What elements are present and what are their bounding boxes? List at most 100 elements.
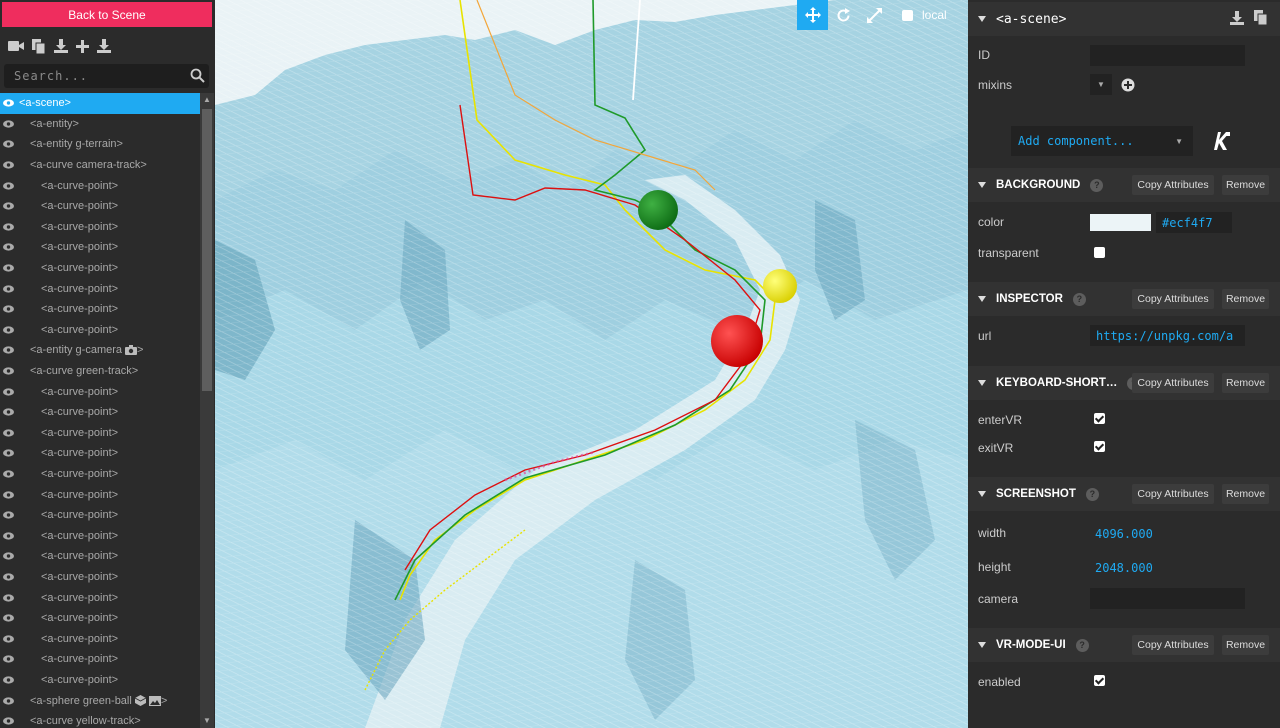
copy-attributes-button[interactable]: Copy Attributes <box>1132 289 1214 309</box>
copy-attributes-button[interactable]: Copy Attributes <box>1132 635 1214 655</box>
tree-row[interactable]: <a-curve-point> <box>0 381 200 402</box>
eye-icon[interactable] <box>3 140 15 149</box>
tree-row[interactable]: <a-curve yellow-track> <box>0 711 200 728</box>
mixins-select[interactable]: ▼ <box>1090 74 1112 95</box>
tree-row[interactable]: <a-curve-point> <box>0 320 200 341</box>
eye-icon[interactable] <box>3 552 15 560</box>
eye-icon[interactable] <box>3 429 15 437</box>
tree-row[interactable]: <a-curve green-track> <box>0 361 200 382</box>
red-ball[interactable] <box>711 315 763 367</box>
tree-row[interactable]: <a-sphere green-ball > <box>0 690 200 711</box>
id-field[interactable] <box>1090 45 1245 66</box>
eye-icon[interactable] <box>3 449 15 457</box>
tree-row[interactable]: <a-curve-point> <box>0 505 200 526</box>
entervr-checkbox[interactable] <box>1094 413 1105 424</box>
tree-row[interactable]: <a-curve-point> <box>0 587 200 608</box>
tree-row[interactable]: <a-curve-point> <box>0 649 200 670</box>
url-input[interactable]: https://unpkg.com/a <box>1090 325 1245 346</box>
enabled-checkbox[interactable] <box>1094 675 1105 686</box>
eye-icon[interactable] <box>3 511 15 519</box>
tree-row[interactable]: <a-curve-point> <box>0 299 200 320</box>
help-icon[interactable]: ? <box>1085 487 1099 501</box>
background-section-header[interactable]: BACKGROUND ? Copy Attributes Remove <box>968 168 1280 202</box>
camera-icon[interactable] <box>8 40 24 52</box>
add-mixin-icon[interactable] <box>1121 78 1135 95</box>
tree-row[interactable]: <a-curve-point> <box>0 567 200 588</box>
eye-icon[interactable] <box>3 243 15 252</box>
tree-row[interactable]: <a-curve-point> <box>0 525 200 546</box>
screenshot-section-header[interactable]: SCREENSHOT ? Copy Attributes Remove <box>968 477 1280 511</box>
camera-field[interactable] <box>1090 588 1245 609</box>
transparent-checkbox[interactable] <box>1094 247 1105 258</box>
eye-icon[interactable] <box>3 223 15 231</box>
color-swatch[interactable] <box>1090 214 1151 231</box>
inspector-section-header[interactable]: INSPECTOR ? Copy Attributes Remove <box>968 282 1280 316</box>
width-value[interactable]: 4096.000 <box>1095 527 1153 541</box>
color-hex-input[interactable]: #ecf4f7 <box>1156 212 1232 233</box>
tree-row[interactable]: <a-entity> <box>0 114 200 135</box>
eye-icon[interactable] <box>3 470 15 478</box>
tree-scrollbar[interactable]: ▲ ▼ <box>200 93 214 728</box>
tree-row[interactable]: <a-curve-point> <box>0 484 200 505</box>
eye-icon[interactable] <box>3 326 15 334</box>
help-icon[interactable]: ? <box>1075 638 1089 652</box>
clone-icon[interactable] <box>32 38 46 54</box>
add-entity-icon[interactable] <box>76 39 89 53</box>
scene-viewport[interactable]: local <box>215 0 968 728</box>
eye-icon[interactable] <box>3 676 15 684</box>
scroll-up-icon[interactable]: ▲ <box>202 95 212 105</box>
eye-icon[interactable] <box>3 696 15 705</box>
eye-icon[interactable] <box>3 202 15 210</box>
tree-row[interactable]: <a-curve-point> <box>0 175 200 196</box>
eye-icon[interactable] <box>3 593 15 602</box>
tree-row[interactable]: <a-entity g-camera > <box>0 340 200 361</box>
search-input[interactable] <box>4 64 184 88</box>
tree-row[interactable]: <a-curve-point> <box>0 196 200 217</box>
tree-row[interactable]: <a-curve-point> <box>0 628 200 649</box>
rotate-button[interactable] <box>828 0 859 30</box>
clone-entity-icon[interactable] <box>1254 10 1268 28</box>
local-toggle[interactable]: local <box>902 8 947 22</box>
export-entity-icon[interactable] <box>1230 11 1244 28</box>
tree-row[interactable]: <a-curve-point> <box>0 258 200 279</box>
eye-icon[interactable] <box>3 635 15 643</box>
translate-button[interactable] <box>797 0 828 30</box>
scale-button[interactable] <box>859 0 890 30</box>
copy-attributes-button[interactable]: Copy Attributes <box>1132 484 1214 504</box>
add-component-select[interactable]: Add component... ▼ <box>1011 126 1193 156</box>
tree-row[interactable]: <a-curve camera-track> <box>0 155 200 176</box>
eye-icon[interactable] <box>3 573 15 581</box>
tree-row[interactable]: <a-curve-point> <box>0 608 200 629</box>
eye-icon[interactable] <box>3 408 15 416</box>
remove-button[interactable]: Remove <box>1222 175 1269 195</box>
eye-icon[interactable] <box>3 532 15 540</box>
help-icon[interactable]: ? <box>1090 178 1104 192</box>
tree-row[interactable]: <a-curve-point> <box>0 443 200 464</box>
eye-icon[interactable] <box>3 490 15 499</box>
collapse-caret-icon[interactable] <box>978 16 986 22</box>
back-to-scene-button[interactable]: Back to Scene <box>2 2 212 27</box>
eye-icon[interactable] <box>3 120 15 128</box>
eye-icon[interactable] <box>3 264 15 272</box>
remove-button[interactable]: Remove <box>1222 635 1269 655</box>
export-icon[interactable] <box>97 39 111 53</box>
tree-row[interactable]: <a-curve-point> <box>0 464 200 485</box>
tree-row[interactable]: <a-curve-point> <box>0 546 200 567</box>
height-value[interactable]: 2048.000 <box>1095 561 1153 575</box>
tree-row[interactable]: <a-scene> <box>0 93 200 114</box>
help-icon[interactable]: ? <box>1072 292 1086 306</box>
copy-attributes-button[interactable]: Copy Attributes <box>1132 175 1214 195</box>
eye-icon[interactable] <box>3 655 15 663</box>
copy-attributes-button[interactable]: Copy Attributes <box>1132 373 1214 393</box>
eye-icon[interactable] <box>3 161 15 169</box>
tree-row[interactable]: <a-curve-point> <box>0 670 200 691</box>
eye-icon[interactable] <box>3 614 15 622</box>
tree-row[interactable]: <a-entity g-terrain> <box>0 134 200 155</box>
tree-row[interactable]: <a-curve-point> <box>0 402 200 423</box>
exitvr-checkbox[interactable] <box>1094 441 1105 452</box>
scroll-thumb[interactable] <box>202 109 212 391</box>
scroll-down-icon[interactable]: ▼ <box>202 716 212 726</box>
remove-button[interactable]: Remove <box>1222 484 1269 504</box>
eye-icon[interactable] <box>3 367 15 375</box>
eye-icon[interactable] <box>3 182 15 190</box>
